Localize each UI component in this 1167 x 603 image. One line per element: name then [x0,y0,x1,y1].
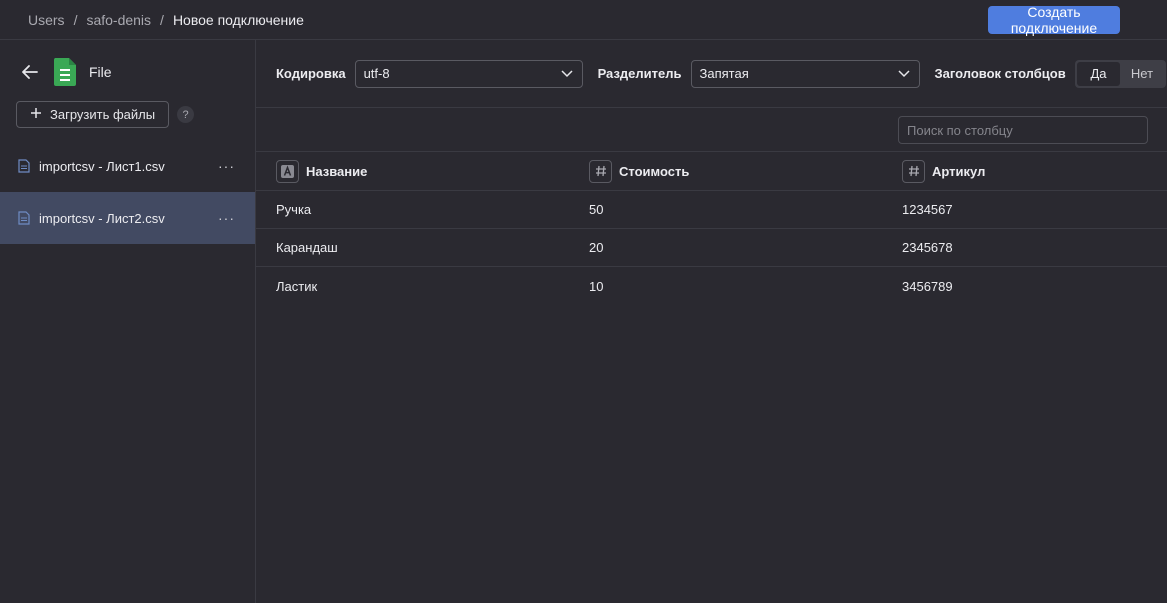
text-type-icon[interactable] [276,159,299,183]
top-bar: Users / safo-denis / Новое подключение С… [0,0,1167,40]
plus-icon [30,107,42,122]
column-header-label: Артикул [932,163,986,179]
table-cell: Ластик [276,278,318,294]
file-item-label: importcsv - Лист1.csv [39,158,165,174]
main-panel: Кодировка utf-8 Разделитель Запятая Заго… [256,40,1167,603]
upload-files-label: Загрузить файлы [50,107,156,122]
sidebar-header: File [20,58,112,86]
parse-options-bar: Кодировка utf-8 Разделитель Запятая Заго… [256,40,1167,108]
file-item-list2[interactable]: importcsv - Лист2.csv ··· [0,192,255,244]
help-icon[interactable]: ? [177,106,194,123]
column-header-label: Название [306,163,368,179]
table-row: Ластик 10 3456789 [256,267,1167,305]
create-connection-button[interactable]: Создать подключение [988,4,1120,36]
table-row: Карандаш 20 2345678 [256,229,1167,267]
table-cell: 2345678 [902,240,953,255]
back-arrow-icon[interactable] [20,62,40,82]
delimiter-select[interactable]: Запятая [690,59,920,88]
upload-files-button[interactable]: Загрузить файлы [16,101,169,128]
file-item-label: importcsv - Лист2.csv [39,210,165,226]
table-header: Название Стоимость Артикул [256,152,1167,191]
breadcrumb: Users / safo-denis / Новое подключение [28,12,304,28]
column-header: Название [256,159,569,183]
breadcrumb-users[interactable]: Users [28,12,65,28]
more-options-icon[interactable]: ··· [218,210,235,226]
encoding-select[interactable]: utf-8 [354,59,583,88]
table-cell: 10 [589,278,604,294]
column-header: Стоимость [569,159,883,183]
breadcrumb-separator: / [73,11,78,28]
breadcrumb-folder[interactable]: safo-denis [86,12,151,28]
column-search-row [256,108,1167,152]
column-search-input[interactable] [898,116,1148,144]
document-icon [18,159,30,173]
breadcrumb-separator: / [160,11,164,28]
document-icon [18,211,30,225]
breadcrumb-current: Новое подключение [172,11,304,28]
sidebar-title: File [89,64,112,80]
table-cell: 20 [589,240,604,255]
table-cell: 50 [589,202,604,217]
sidebar: File Загрузить файлы ? importcsv - Лист1… [0,40,256,603]
column-header-label: Заголовок столбцов [934,66,1066,81]
delimiter-label: Разделитель [597,66,682,81]
chevron-down-icon [897,66,910,81]
chevron-down-icon [561,66,573,81]
table-cell: Карандаш [276,240,338,255]
file-item-list1[interactable]: importcsv - Лист1.csv ··· [0,140,255,192]
delimiter-value: Запятая [699,66,749,81]
encoding-value: utf-8 [363,66,390,81]
toggle-yes[interactable]: Да [1076,61,1121,86]
file-connector-icon [52,58,78,86]
encoding-label: Кодировка [276,66,346,81]
table-row: Ручка 50 1234567 [256,191,1167,229]
toggle-no[interactable]: Нет [1120,62,1164,86]
table-cell: Ручка [276,202,312,217]
number-type-icon[interactable] [902,159,925,183]
column-header-toggle: Да Нет [1074,59,1166,88]
table-cell: 3456789 [902,278,953,294]
column-header-label: Стоимость [619,163,690,179]
preview-table: Название Стоимость Артикул Ручка 50 1234… [256,152,1167,305]
number-type-icon[interactable] [589,159,612,183]
table-cell: 1234567 [902,202,953,217]
more-options-icon[interactable]: ··· [218,158,235,174]
column-header: Артикул [883,159,1167,183]
